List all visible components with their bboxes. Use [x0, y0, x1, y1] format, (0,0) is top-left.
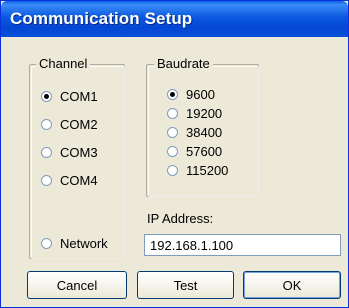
baudrate-option-9600[interactable]: 9600: [167, 87, 215, 102]
ip-address-input[interactable]: [144, 234, 341, 256]
baudrate-option-19200[interactable]: 19200: [167, 106, 222, 121]
radio-unselected-icon: [41, 238, 52, 249]
baudrate-option-label: 115200: [186, 163, 229, 178]
radio-unselected-icon: [41, 119, 52, 130]
channel-legend: Channel: [36, 56, 91, 71]
baudrate-option-115200[interactable]: 115200: [167, 163, 228, 178]
window-title: Communication Setup: [10, 9, 193, 28]
channel-option-label: COM4: [60, 173, 98, 188]
test-button[interactable]: Test: [137, 271, 234, 299]
baudrate-option-label: 38400: [186, 125, 223, 140]
channel-option-label: COM2: [60, 117, 98, 132]
channel-option-label: COM1: [60, 89, 98, 104]
baudrate-legend: Baudrate: [154, 56, 213, 71]
communication-setup-dialog: Communication Setup Channel COM1 COM2 CO…: [0, 0, 349, 308]
cancel-button[interactable]: Cancel: [27, 271, 127, 299]
radio-unselected-icon: [41, 147, 52, 158]
channel-option-com3[interactable]: COM3: [41, 145, 98, 160]
baudrate-option-label: 57600: [186, 144, 223, 159]
radio-unselected-icon: [41, 175, 52, 186]
ip-address-label: IP Address:: [147, 211, 214, 226]
channel-option-label: Network: [60, 236, 108, 251]
baudrate-option-57600[interactable]: 57600: [167, 144, 222, 159]
radio-selected-icon: [41, 91, 52, 102]
channel-option-label: COM3: [60, 145, 98, 160]
radio-unselected-icon: [167, 127, 178, 138]
baudrate-option-label: 19200: [186, 106, 223, 121]
radio-unselected-icon: [167, 165, 178, 176]
baudrate-option-38400[interactable]: 38400: [167, 125, 222, 140]
baudrate-option-label: 9600: [186, 87, 215, 102]
radio-unselected-icon: [167, 146, 178, 157]
ok-button[interactable]: OK: [243, 271, 341, 299]
radio-selected-icon: [167, 89, 178, 100]
channel-option-com2[interactable]: COM2: [41, 117, 98, 132]
channel-option-network[interactable]: Network: [41, 236, 108, 251]
channel-group: Channel COM1 COM2 COM3 COM4 Network: [29, 56, 125, 259]
channel-option-com4[interactable]: COM4: [41, 173, 98, 188]
title-bar[interactable]: Communication Setup: [1, 1, 348, 37]
baudrate-group: Baudrate 9600 19200 38400 57600 115200: [146, 56, 259, 197]
channel-option-com1[interactable]: COM1: [41, 89, 98, 104]
radio-unselected-icon: [167, 108, 178, 119]
